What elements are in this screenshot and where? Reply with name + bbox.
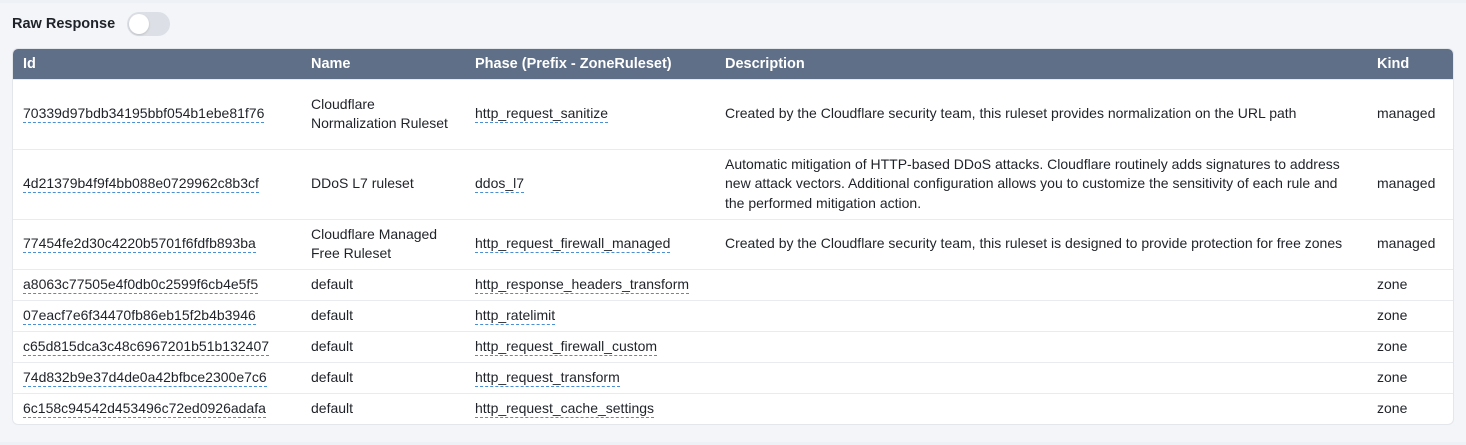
cell-id: 77454fe2d30c4220b5701f6fdfb893ba	[13, 218, 301, 269]
ruleset-id-link[interactable]: 74d832b9e37d4de0a42bfbce2300e7c6	[23, 368, 267, 387]
cell-id: 70339d97bdb34195bbf054b1ebe81f76	[13, 78, 301, 149]
cell-phase: http_ratelimit	[465, 299, 715, 331]
cell-description: Created by the Cloudflare security team,…	[715, 218, 1367, 269]
cell-id: 6c158c94542d453496c72ed0926adafa	[13, 392, 301, 424]
cell-phase: http_request_sanitize	[465, 78, 715, 149]
phase-link[interactable]: http_request_firewall_managed	[475, 235, 671, 254]
cell-phase: http_response_headers_transform	[465, 268, 715, 300]
table-row: 74d832b9e37d4de0a42bfbce2300e7c6 default…	[13, 361, 1453, 393]
cell-description: Automatic mitigation of HTTP-based DDoS …	[715, 148, 1367, 219]
cell-kind: managed	[1367, 78, 1453, 149]
table-row: 4d21379b4f9f4bb088e0729962c8b3cf DDoS L7…	[13, 148, 1453, 219]
phase-link[interactable]: http_response_headers_transform	[475, 275, 690, 294]
rulesets-table-container: Id Name Phase (Prefix - ZoneRuleset) Des…	[12, 48, 1454, 425]
cell-id: c65d815dca3c48c6967201b51b132407	[13, 330, 301, 362]
phase-link[interactable]: http_request_firewall_custom	[475, 337, 658, 356]
cell-phase: http_request_transform	[465, 361, 715, 393]
cell-phase: http_request_firewall_managed	[465, 218, 715, 269]
ruleset-id-link[interactable]: a8063c77505e4f0db0c2599f6cb4e5f5	[23, 275, 259, 294]
phase-link[interactable]: http_request_cache_settings	[475, 400, 655, 418]
cell-name: Cloudflare Normalization Ruleset	[301, 78, 465, 149]
cell-description	[715, 392, 1367, 424]
ruleset-id-link[interactable]: 6c158c94542d453496c72ed0926adafa	[23, 400, 266, 418]
cell-kind: managed	[1367, 218, 1453, 269]
cell-kind: zone	[1367, 392, 1453, 424]
table-header-row: Id Name Phase (Prefix - ZoneRuleset) Des…	[13, 49, 1453, 79]
cell-description	[715, 330, 1367, 362]
cell-phase: ddos_l7	[465, 148, 715, 219]
cell-kind: zone	[1367, 330, 1453, 362]
column-header-kind[interactable]: Kind	[1367, 49, 1453, 79]
ruleset-id-link[interactable]: 77454fe2d30c4220b5701f6fdfb893ba	[23, 235, 256, 254]
table-row: a8063c77505e4f0db0c2599f6cb4e5f5 default…	[13, 268, 1453, 300]
cell-description	[715, 268, 1367, 300]
table-body: 70339d97bdb34195bbf054b1ebe81f76 Cloudfl…	[13, 78, 1453, 424]
phase-link[interactable]: http_ratelimit	[475, 306, 556, 325]
cell-id: 07eacf7e6f34470fb86eb15f2b4b3946	[13, 299, 301, 331]
ruleset-panel: Raw Response Id Name Phase (Prefix - Zon…	[0, 3, 1466, 442]
cell-kind: zone	[1367, 268, 1453, 300]
phase-link[interactable]: http_request_sanitize	[475, 105, 609, 124]
table-row: 6c158c94542d453496c72ed0926adafa default…	[13, 392, 1453, 424]
toolbar: Raw Response	[12, 12, 171, 36]
cell-name: default	[301, 361, 465, 393]
cell-id: 4d21379b4f9f4bb088e0729962c8b3cf	[13, 148, 301, 219]
table-row: c65d815dca3c48c6967201b51b132407 default…	[13, 330, 1453, 362]
cell-description	[715, 361, 1367, 393]
ruleset-id-link[interactable]: 4d21379b4f9f4bb088e0729962c8b3cf	[23, 175, 259, 194]
ruleset-id-link[interactable]: c65d815dca3c48c6967201b51b132407	[23, 337, 270, 356]
toggle-knob	[129, 14, 150, 34]
raw-response-toggle[interactable]	[127, 12, 171, 36]
cell-name: DDoS L7 ruleset	[301, 148, 465, 219]
table-row: 07eacf7e6f34470fb86eb15f2b4b3946 default…	[13, 299, 1453, 331]
cell-description: Created by the Cloudflare security team,…	[715, 78, 1367, 149]
phase-link[interactable]: http_request_transform	[475, 368, 620, 387]
table-header: Id Name Phase (Prefix - ZoneRuleset) Des…	[13, 49, 1453, 79]
cell-kind: zone	[1367, 361, 1453, 393]
ruleset-id-link[interactable]: 07eacf7e6f34470fb86eb15f2b4b3946	[23, 306, 256, 325]
cell-phase: http_request_firewall_custom	[465, 330, 715, 362]
cell-kind: zone	[1367, 299, 1453, 331]
column-header-id[interactable]: Id	[13, 49, 301, 79]
cell-id: 74d832b9e37d4de0a42bfbce2300e7c6	[13, 361, 301, 393]
cell-kind: managed	[1367, 148, 1453, 219]
column-header-phase[interactable]: Phase (Prefix - ZoneRuleset)	[465, 49, 715, 79]
cell-name: default	[301, 268, 465, 300]
rulesets-table: Id Name Phase (Prefix - ZoneRuleset) Des…	[13, 49, 1453, 424]
cell-name: default	[301, 392, 465, 424]
table-row: 70339d97bdb34195bbf054b1ebe81f76 Cloudfl…	[13, 78, 1453, 149]
column-header-description[interactable]: Description	[715, 49, 1367, 79]
column-header-name[interactable]: Name	[301, 49, 465, 79]
table-row: 77454fe2d30c4220b5701f6fdfb893ba Cloudfl…	[13, 218, 1453, 269]
raw-response-label: Raw Response	[12, 16, 116, 32]
phase-link[interactable]: ddos_l7	[475, 175, 525, 194]
ruleset-id-link[interactable]: 70339d97bdb34195bbf054b1ebe81f76	[23, 105, 265, 124]
cell-description	[715, 299, 1367, 331]
cell-name: default	[301, 330, 465, 362]
cell-name: default	[301, 299, 465, 331]
cell-phase: http_request_cache_settings	[465, 392, 715, 424]
cell-id: a8063c77505e4f0db0c2599f6cb4e5f5	[13, 268, 301, 300]
cell-name: Cloudflare Managed Free Ruleset	[301, 218, 465, 269]
